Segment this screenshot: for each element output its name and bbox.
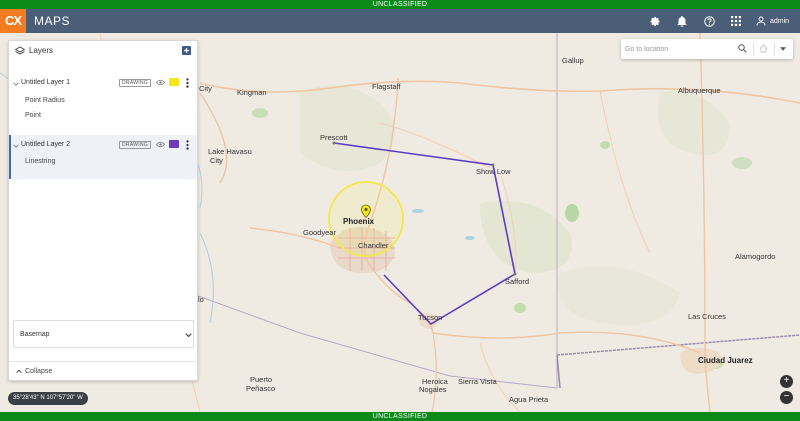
map-label-goodyear: Goodyear xyxy=(303,228,336,237)
user-name: admin xyxy=(770,17,790,25)
map-label-prescott: Prescott xyxy=(320,133,348,142)
layer-feature-point[interactable]: Point xyxy=(25,112,41,119)
layer-row-1[interactable]: Untitled Layer 1 DRAWING Point Radius Po… xyxy=(9,69,197,133)
user-menu[interactable]: admin xyxy=(756,9,789,33)
map-label-gallup: Gallup xyxy=(562,56,584,65)
layers-panel-title: Layers xyxy=(29,46,54,55)
map-label-lake-havasu: Lake Havasu xyxy=(208,147,252,156)
map-label-safford: Safford xyxy=(505,277,530,286)
map-label-show-low: Show Low xyxy=(476,167,511,176)
zoom-out-button[interactable]: − xyxy=(780,391,793,404)
eye-icon[interactable] xyxy=(156,79,165,86)
app-logo[interactable]: CX xyxy=(0,9,26,33)
basemap-selector[interactable]: Basemap xyxy=(13,320,194,348)
layers-panel: Layers Untitled Layer 1 DRAWING Point Ra… xyxy=(8,40,198,381)
more-options-icon[interactable] xyxy=(186,140,189,150)
bell-icon[interactable] xyxy=(670,9,694,33)
layer-row-2[interactable]: Untitled Layer 2 DRAWING Linestring xyxy=(9,135,197,179)
map-label-phoenix: Phoenix xyxy=(343,217,375,226)
classification-banner-top: UNCLASSIFIED xyxy=(0,0,800,9)
layer-feature-linestring[interactable]: Linestring xyxy=(25,158,55,165)
add-layer-icon[interactable] xyxy=(182,46,191,55)
home-icon[interactable] xyxy=(759,44,768,53)
map-label-albuquerque: Albuquerque xyxy=(678,86,721,95)
layer-color-swatch[interactable] xyxy=(169,140,179,148)
cursor-coordinates: 35°28'43" N 107°57'20" W xyxy=(8,392,88,405)
more-options-icon[interactable] xyxy=(186,78,189,88)
layer-name: Untitled Layer 2 xyxy=(21,141,71,148)
chevron-down-icon[interactable] xyxy=(185,332,192,338)
user-icon xyxy=(756,16,766,26)
map-label-sierra-vista: Sierra Vista xyxy=(458,377,497,386)
map-label-agua-prieta: Agua Prieta xyxy=(509,395,549,404)
caret-down-icon[interactable] xyxy=(780,47,786,51)
map-label-heroica: Heroica xyxy=(422,377,448,386)
basemap-label: Basemap xyxy=(20,331,50,338)
gear-icon[interactable] xyxy=(643,9,667,33)
map-label-nogales: Nogales xyxy=(419,385,447,394)
layer-color-swatch[interactable] xyxy=(169,78,179,86)
map-label-tucson: Tucson xyxy=(418,313,443,322)
apps-grid-icon[interactable] xyxy=(724,9,748,33)
map-label-chandler: Chandler xyxy=(358,241,389,250)
map-label-kingman: Kingman xyxy=(237,88,267,97)
map-label-puerto: Puerto xyxy=(250,375,273,384)
location-search xyxy=(621,39,793,59)
classification-banner-bottom: UNCLASSIFIED xyxy=(0,412,800,421)
chevron-down-icon[interactable] xyxy=(13,81,19,87)
eye-icon[interactable] xyxy=(156,141,165,148)
collapse-button[interactable]: Collapse xyxy=(9,361,197,381)
chevron-down-icon[interactable] xyxy=(13,143,19,149)
map-label-ciudad-juarez: Ciudad Juarez xyxy=(698,356,753,365)
map-label-lake-havasu-city: City xyxy=(210,156,223,165)
map-label-lo: lo xyxy=(198,295,204,304)
collapse-label: Collapse xyxy=(25,368,53,375)
map-label-flagstaff: Flagstaff xyxy=(372,82,401,91)
map-label-alamogordo: Alamogordo xyxy=(735,252,776,261)
search-icon[interactable] xyxy=(738,44,747,53)
app-header: CX MAPS admin xyxy=(0,9,800,33)
chevron-up-icon xyxy=(16,369,22,374)
app-title: MAPS xyxy=(34,14,71,28)
layer-name: Untitled Layer 1 xyxy=(21,79,71,86)
map-label-las-cruces: Las Cruces xyxy=(688,312,726,321)
location-search-input[interactable] xyxy=(621,39,731,59)
layers-icon xyxy=(15,46,25,55)
layer-type-badge: DRAWING xyxy=(119,79,152,87)
map-label-penasco: Peñasco xyxy=(246,384,276,393)
layers-panel-header: Layers xyxy=(9,41,197,61)
map-label-city: City xyxy=(199,84,212,93)
layer-type-badge: DRAWING xyxy=(119,141,152,149)
help-icon[interactable] xyxy=(697,9,721,33)
zoom-in-button[interactable]: + xyxy=(780,375,793,388)
layer-feature-point-radius[interactable]: Point Radius xyxy=(25,97,65,104)
